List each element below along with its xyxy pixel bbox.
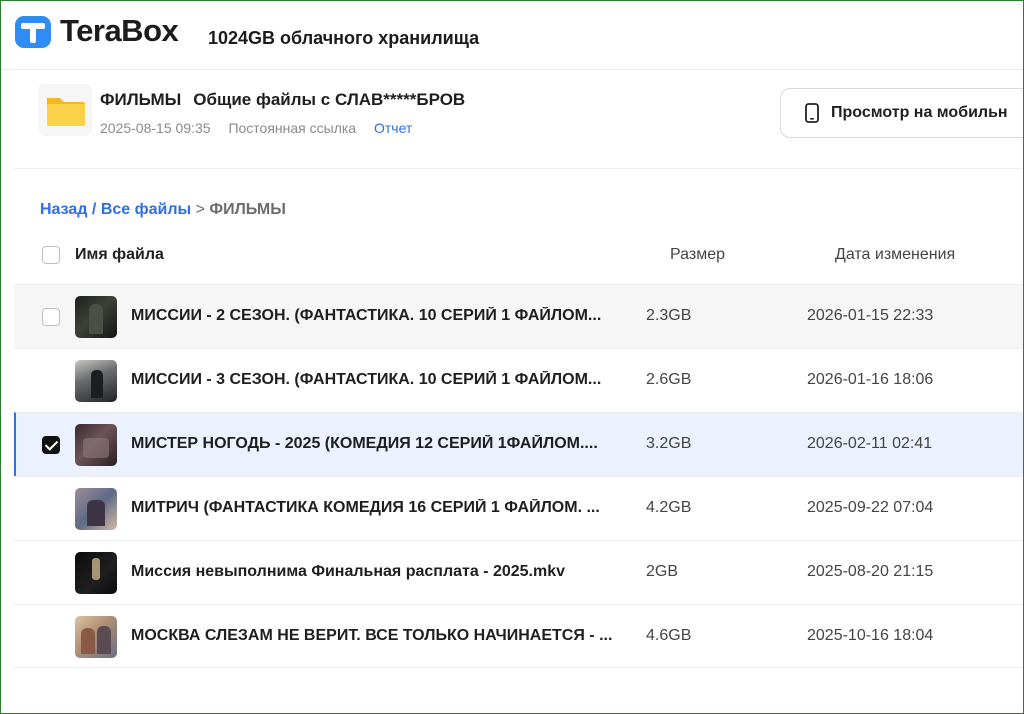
- table-row[interactable]: МОСКВА СЛЕЗАМ НЕ ВЕРИТ. ВСЕ ТОЛЬКО НАЧИН…: [14, 604, 1024, 668]
- file-date: 2026-01-15 22:33: [807, 307, 934, 324]
- file-name[interactable]: Миссия невыполнима Финальная расплата - …: [131, 563, 631, 581]
- video-thumbnail: [75, 424, 117, 466]
- file-date: 2025-09-22 07:04: [807, 499, 934, 516]
- table-row[interactable]: МИСТЕР НОГОДЬ - 2025 (КОМЕДИЯ 12 СЕРИЙ 1…: [14, 412, 1024, 476]
- video-thumbnail: [75, 296, 117, 338]
- file-name[interactable]: МОСКВА СЛЕЗАМ НЕ ВЕРИТ. ВСЕ ТОЛЬКО НАЧИН…: [131, 627, 631, 645]
- table-row[interactable]: МИССИИ - 2 СЕЗОН. (ФАНТАСТИКА. 10 СЕРИЙ …: [14, 284, 1024, 348]
- file-name[interactable]: МИССИИ - 2 СЕЗОН. (ФАНТАСТИКА. 10 СЕРИЙ …: [131, 307, 631, 325]
- column-size-header[interactable]: Размер: [670, 246, 725, 264]
- column-name-header[interactable]: Имя файла: [75, 246, 164, 264]
- breadcrumb: Назад / Все файлы > ФИЛЬМЫ: [40, 201, 286, 219]
- file-size: 4.6GB: [646, 627, 692, 644]
- report-link[interactable]: Отчет: [374, 120, 412, 136]
- breadcrumb-back[interactable]: Назад: [40, 201, 87, 218]
- file-name[interactable]: МИССИИ - 3 СЕЗОН. (ФАНТАСТИКА. 10 СЕРИЙ …: [131, 371, 631, 389]
- video-thumbnail: [75, 552, 117, 594]
- share-date: 2025-08-15 09:35: [100, 120, 211, 136]
- file-size: 2.6GB: [646, 371, 692, 388]
- breadcrumb-chevron: >: [195, 201, 205, 218]
- file-size: 4.2GB: [646, 499, 692, 516]
- video-thumbnail: [75, 616, 117, 658]
- breadcrumb-separator: /: [91, 201, 97, 218]
- folder-name: ФИЛЬМЫ: [100, 90, 182, 109]
- table-row[interactable]: МИТРИЧ (ФАНТАСТИКА КОМЕДИЯ 16 СЕРИЙ 1 ФА…: [14, 476, 1024, 540]
- file-size: 2GB: [646, 563, 679, 580]
- table-row[interactable]: Миссия невыполнима Финальная расплата - …: [14, 540, 1024, 604]
- breadcrumb-all-files[interactable]: Все файлы: [101, 201, 191, 218]
- share-owner: Общие файлы с СЛАВ*****БРОВ: [193, 90, 466, 109]
- terabox-logo-icon[interactable]: [14, 14, 52, 50]
- view-on-mobile-label: Просмотр на мобильн: [831, 104, 1008, 121]
- video-thumbnail: [75, 360, 117, 402]
- file-date: 2025-08-20 21:15: [807, 563, 934, 580]
- share-title: ФИЛЬМЫ Общие файлы с СЛАВ*****БРОВ: [100, 90, 465, 110]
- file-date: 2025-10-16 18:04: [807, 627, 934, 644]
- video-thumbnail: [75, 488, 117, 530]
- phone-icon: [805, 103, 819, 123]
- top-bar: TeraBox 1024GB облачного хранилища: [0, 0, 1024, 70]
- table-header: Имя файла Размер Дата изменения: [14, 234, 1024, 278]
- file-date: 2026-01-16 18:06: [807, 371, 934, 388]
- row-checkbox[interactable]: [42, 308, 60, 326]
- row-checkbox[interactable]: [42, 436, 60, 454]
- table-row[interactable]: МИССИИ - 3 СЕЗОН. (ФАНТАСТИКА. 10 СЕРИЙ …: [14, 348, 1024, 412]
- file-size: 3.2GB: [646, 435, 692, 452]
- file-date: 2026-02-11 02:41: [807, 435, 933, 452]
- select-all-checkbox[interactable]: [42, 246, 60, 264]
- file-list: МИССИИ - 2 СЕЗОН. (ФАНТАСТИКА. 10 СЕРИЙ …: [14, 284, 1024, 668]
- file-name[interactable]: МИСТЕР НОГОДЬ - 2025 (КОМЕДИЯ 12 СЕРИЙ 1…: [131, 435, 631, 453]
- column-date-header[interactable]: Дата изменения: [835, 246, 955, 264]
- shared-folder-icon: [38, 84, 92, 136]
- share-meta: 2025-08-15 09:35 Постоянная ссылка Отчет: [100, 120, 426, 136]
- file-name[interactable]: МИТРИЧ (ФАНТАСТИКА КОМЕДИЯ 16 СЕРИЙ 1 ФА…: [131, 499, 631, 517]
- logo-text[interactable]: TeraBox: [60, 13, 179, 49]
- divider: [14, 168, 1024, 169]
- storage-tagline: 1024GB облачного хранилища: [208, 28, 480, 48]
- link-type: Постоянная ссылка: [228, 120, 357, 136]
- view-on-mobile-button[interactable]: Просмотр на мобильн: [780, 88, 1024, 138]
- file-size: 2.3GB: [646, 307, 692, 324]
- breadcrumb-current: ФИЛЬМЫ: [209, 201, 286, 218]
